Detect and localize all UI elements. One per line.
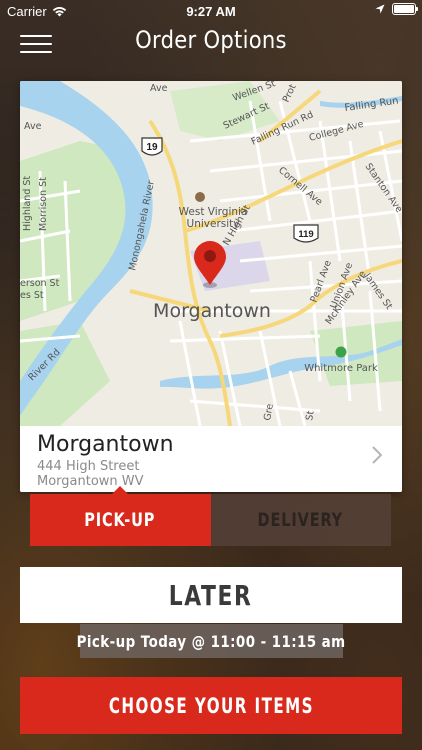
university-label: West Virginia: [179, 206, 248, 218]
route-119-shield: 119: [293, 224, 319, 243]
university-label: University: [187, 218, 240, 230]
map-street-label: es St: [20, 290, 44, 301]
choose-items-label: CHOOSE YOUR ITEMS: [108, 693, 314, 718]
svg-text:19: 19: [146, 142, 158, 153]
choose-items-button[interactable]: CHOOSE YOUR ITEMS: [20, 677, 402, 734]
svg-text:119: 119: [298, 229, 313, 240]
delivery-tab-label: DELIVERY: [258, 509, 344, 531]
store-map[interactable]: 19 119 Ave Wellen St Prot Stewart St Fal…: [20, 81, 402, 426]
map-street-label: Morrison St: [38, 177, 49, 231]
later-time-button[interactable]: LATER: [20, 567, 402, 623]
store-address-line1: 444 High Street: [37, 459, 140, 474]
store-card: 19 119 Ave Wellen St Prot Stewart St Fal…: [20, 81, 402, 492]
status-right-group: [375, 3, 418, 15]
map-street-label: Highland St: [22, 176, 33, 231]
pickup-tab[interactable]: PICK-UP: [30, 486, 211, 546]
delivery-tab[interactable]: DELIVERY: [210, 494, 391, 546]
location-arrow-icon: [375, 4, 385, 14]
battery-icon: [392, 3, 418, 15]
pickup-time-info: Pick-up Today @ 11:00 - 11:15 am: [77, 624, 346, 658]
navigation-bar: Order Options: [0, 22, 422, 62]
store-location-row[interactable]: Morgantown 444 High Street Morgantown WV: [20, 426, 402, 492]
page-title: Order Options: [135, 26, 287, 54]
status-time: 9:27 AM: [186, 4, 236, 19]
map-city-label: Morgantown: [153, 300, 271, 322]
map-street-label: Ave: [24, 121, 42, 132]
map-street-label: erson St: [20, 278, 60, 289]
order-type-toggle: PICK-UP DELIVERY: [30, 486, 391, 546]
route-19-shield: 19: [141, 137, 163, 156]
chevron-right-icon: [372, 446, 382, 464]
park-label: Whitmore Park: [304, 363, 378, 374]
store-name: Morgantown: [37, 432, 174, 457]
pickup-tab-label: PICK-UP: [84, 509, 156, 531]
map-street-label: Ave: [150, 83, 168, 94]
park-icon: [335, 346, 347, 358]
later-label: LATER: [169, 578, 253, 612]
pickup-time-text: Pick-up Today @ 11:00 - 11:15 am: [77, 631, 346, 651]
status-bar: Carrier 9:27 AM: [0, 0, 422, 22]
university-icon: [195, 192, 205, 202]
